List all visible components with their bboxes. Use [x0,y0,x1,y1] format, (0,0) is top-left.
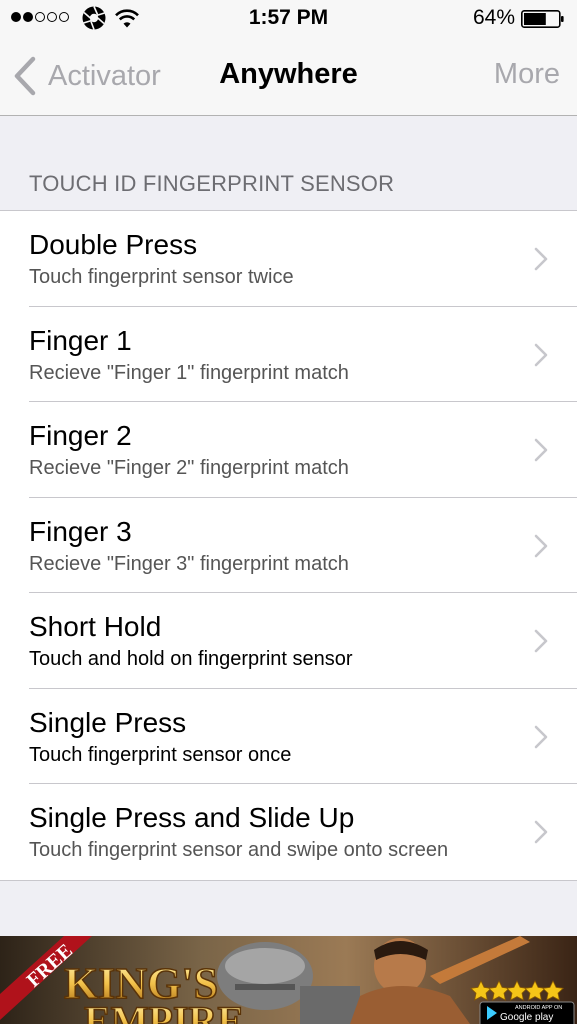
list-item-single-press-and-slide-up[interactable]: Single Press and Slide Up Touch fingerpr… [0,784,577,880]
list-item-title: Finger 3 [29,515,132,547]
chevron-right-icon [534,725,548,748]
chevron-right-icon [534,438,548,462]
battery-level-fill [524,13,546,25]
list-item-title: Single Press and Slide Up [29,802,355,833]
list-item-title: Finger 2 [29,420,132,451]
list-item-single-press[interactable]: Single Press Touch fingerprint sensor on… [0,689,577,784]
section-header: TOUCH ID FINGERPRINT SENSOR [29,171,395,196]
list-item-subtitle: Recieve "Finger 2" fingerprint match [29,457,349,479]
navigation-bar: Activator Anywhere More [0,36,577,116]
battery-percentage: 64% [472,6,515,29]
google-play-badge: ANDROID APP ON Google play [479,1001,575,1024]
more-button[interactable]: More [494,58,560,91]
list-item-title: Double Press [29,229,198,260]
badge-main-text: Google play [500,1012,553,1023]
screen: 1:57 PM 64% Activator Anywhere More TOUC… [0,0,577,1024]
ad-title-line-2: EMPIRE [84,998,244,1024]
event-list: Double Press Touch fingerprint sensor tw… [0,210,577,881]
list-item-subtitle: Touch fingerprint sensor and swipe onto … [29,839,449,861]
list-item-subtitle: Recieve "Finger 1" fingerprint match [29,361,349,384]
back-button[interactable]: Activator [12,54,161,98]
list-item-finger-3[interactable]: Finger 3 Recieve "Finger 3" fingerprint … [0,498,577,593]
battery-icon [521,10,564,28]
list-item-title: Single Press [29,706,187,738]
list-item-subtitle: Touch fingerprint sensor once [29,743,292,766]
chevron-left-icon [14,56,36,96]
chevron-right-icon [534,343,548,366]
list-item-title: Short Hold [29,611,162,642]
badge-top-text: ANDROID APP ON [515,1005,562,1011]
list-item-title: Finger 1 [29,324,132,356]
list-item-short-hold[interactable]: Short Hold Touch and hold on fingerprint… [0,593,577,689]
status-bar: 1:57 PM 64% [0,0,577,36]
chevron-right-icon [534,534,548,557]
back-button-label: Activator [48,59,161,92]
chevron-right-icon [534,247,548,271]
ad-artwork: FREE KING'S EMPIRE ANDROID APP ON Google… [0,936,577,1024]
chevron-right-icon [534,629,548,653]
list-item-finger-2[interactable]: Finger 2 Recieve "Finger 2" fingerprint … [0,402,577,498]
list-item-finger-1[interactable]: Finger 1 Recieve "Finger 1" fingerprint … [0,307,577,402]
ad-banner[interactable]: FREE KING'S EMPIRE ANDROID APP ON Google… [0,936,577,1024]
list-item-double-press[interactable]: Double Press Touch fingerprint sensor tw… [0,211,577,307]
list-item-subtitle: Touch fingerprint sensor twice [29,266,294,288]
chevron-right-icon [534,820,548,844]
list-item-subtitle: Touch and hold on fingerprint sensor [29,648,353,670]
list-item-subtitle: Recieve "Finger 3" fingerprint match [29,552,349,575]
